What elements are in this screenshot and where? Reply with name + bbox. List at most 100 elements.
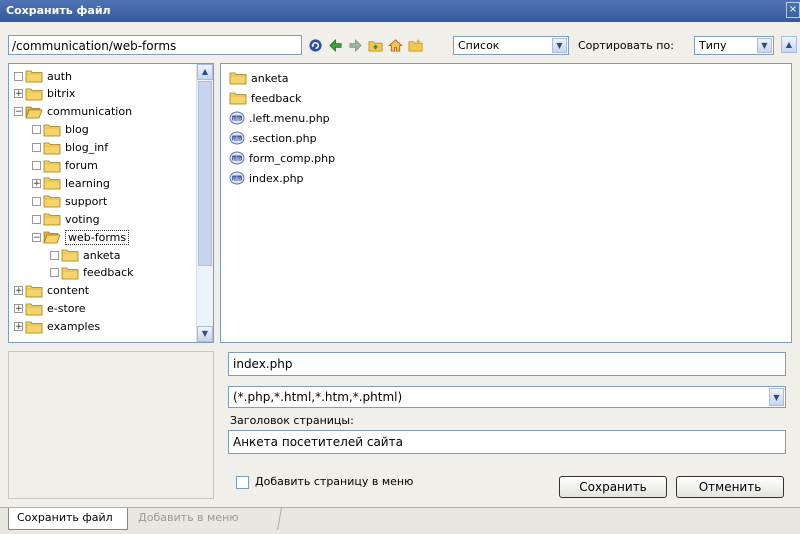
expand-icon[interactable]: + — [14, 322, 23, 332]
tree-item-label: blog_inf — [65, 141, 109, 155]
filename-input[interactable]: index.php — [228, 352, 786, 376]
tree-item[interactable]: + bitrix — [14, 85, 75, 103]
leaf-marker-icon — [32, 143, 41, 153]
home-icon[interactable] — [388, 38, 403, 53]
chevron-down-icon[interactable]: ▼ — [769, 388, 784, 406]
svg-text:php: php — [233, 156, 241, 161]
window-title: Сохранить файл — [6, 4, 111, 17]
folder-icon — [229, 91, 251, 105]
tree-item[interactable]: blog — [32, 121, 89, 139]
page-title-input[interactable]: Анкета посетителей сайта — [228, 430, 786, 454]
tree-item[interactable]: anketa — [50, 246, 121, 264]
tree-item[interactable]: + learning — [32, 174, 110, 192]
folder-open-icon — [25, 105, 47, 119]
file-list-file[interactable]: php index.php — [229, 169, 304, 187]
folder-icon — [43, 176, 65, 190]
toolbar-icons — [308, 35, 423, 55]
folder-icon — [25, 87, 47, 101]
file-list-file[interactable]: php .section.php — [229, 129, 317, 147]
tree-item-label: blog — [65, 123, 89, 137]
folder-icon — [43, 141, 65, 155]
tree-item[interactable]: support — [32, 192, 107, 210]
php-file-icon: php — [229, 151, 249, 165]
tree-item-label: web-forms — [65, 229, 130, 245]
tree-item[interactable]: feedback — [50, 264, 134, 282]
scroll-down-icon[interactable]: ▼ — [197, 326, 213, 342]
tab-label: Сохранить файл — [17, 511, 113, 524]
folder-icon — [61, 248, 83, 262]
tree-item[interactable]: blog_inf — [32, 139, 108, 157]
tree-item[interactable]: + examples — [14, 318, 100, 336]
expand-icon[interactable]: + — [14, 304, 23, 314]
folder-icon — [25, 284, 47, 298]
folder-icon — [61, 266, 83, 280]
sort-select[interactable]: Типу ▼ — [694, 36, 774, 55]
collapse-icon[interactable]: − — [14, 107, 23, 117]
tree-item[interactable]: − communication — [14, 103, 132, 121]
folder-icon — [43, 194, 65, 208]
php-file-icon: php — [229, 111, 249, 125]
leaf-marker-icon — [50, 250, 59, 260]
cancel-button[interactable]: Отменить — [676, 476, 784, 498]
file-name: feedback — [251, 91, 302, 105]
tree-item-label: content — [47, 284, 90, 298]
tree-item-label: voting — [65, 212, 100, 226]
chevron-down-icon[interactable]: ▼ — [552, 38, 567, 53]
file-list-folder[interactable]: feedback — [229, 89, 302, 107]
file-name: .section.php — [249, 131, 317, 145]
expand-icon[interactable]: + — [14, 89, 23, 99]
tree-item[interactable]: voting — [32, 210, 100, 228]
refresh-icon[interactable] — [308, 38, 323, 53]
save-button[interactable]: Сохранить — [559, 476, 667, 498]
leaf-marker-icon — [32, 161, 41, 170]
tree-item[interactable]: + content — [14, 282, 89, 300]
sort-direction-button[interactable]: ▲ — [781, 36, 797, 53]
tree-item[interactable]: + e-store — [14, 300, 86, 318]
chevron-down-icon[interactable]: ▼ — [757, 38, 772, 53]
expand-icon[interactable]: + — [32, 178, 41, 188]
new-folder-icon[interactable] — [408, 38, 423, 53]
tree-item-label: feedback — [83, 266, 134, 280]
add-to-menu-checkbox[interactable] — [236, 476, 249, 489]
file-type-value: (*.php,*.html,*.htm,*.phtml) — [233, 390, 403, 404]
leaf-marker-icon — [32, 196, 41, 206]
file-list-file[interactable]: php form_comp.php — [229, 149, 335, 167]
file-name: form_comp.php — [249, 151, 336, 165]
tree-item[interactable]: forum — [32, 157, 98, 175]
tree-item-label: anketa — [83, 248, 121, 262]
folder-up-icon[interactable] — [368, 38, 383, 53]
php-file-icon: php — [229, 131, 249, 145]
tree-item-label: support — [65, 194, 108, 208]
folder-icon — [43, 123, 65, 137]
view-mode-select[interactable]: Список ▼ — [453, 36, 569, 55]
svg-text:php: php — [233, 136, 241, 141]
forward-arrow-icon[interactable] — [348, 38, 363, 53]
file-list: anketa feedback php .left.menu.php php .secti… — [220, 63, 792, 343]
tree-item-label: auth — [47, 69, 72, 83]
tree-item-label: learning — [65, 176, 110, 190]
folder-icon — [229, 71, 251, 85]
back-arrow-icon[interactable] — [328, 38, 343, 53]
close-icon[interactable]: × — [786, 2, 800, 18]
file-type-select[interactable]: (*.php,*.html,*.htm,*.phtml) ▼ — [228, 386, 786, 408]
tree-scrollbar[interactable]: ▲ ▼ — [196, 64, 213, 342]
svg-text:php: php — [233, 176, 241, 181]
preview-pane — [8, 351, 214, 499]
folder-open-icon — [43, 230, 65, 244]
folder-icon — [25, 320, 47, 334]
sort-label: Сортировать по: — [578, 39, 674, 52]
tree-item-label: forum — [65, 159, 98, 172]
file-list-file[interactable]: php .left.menu.php — [229, 109, 330, 127]
scroll-up-icon[interactable]: ▲ — [197, 64, 213, 80]
tab-save-file[interactable]: Сохранить файл — [8, 508, 128, 530]
expand-icon[interactable]: + — [14, 286, 23, 296]
folder-tree: auth + bitrix − communication blog blog_inffor… — [8, 63, 214, 343]
tree-item[interactable]: auth — [14, 67, 72, 85]
file-name: anketa — [251, 71, 289, 85]
collapse-icon[interactable]: − — [32, 232, 41, 242]
file-list-folder[interactable]: anketa — [229, 69, 289, 87]
scrollbar-thumb[interactable] — [198, 81, 212, 266]
tree-item[interactable]: − web-forms — [32, 228, 130, 246]
tab-add-to-menu[interactable]: Добавить в меню — [128, 508, 282, 530]
path-field[interactable]: /communication/web-forms — [8, 35, 302, 55]
